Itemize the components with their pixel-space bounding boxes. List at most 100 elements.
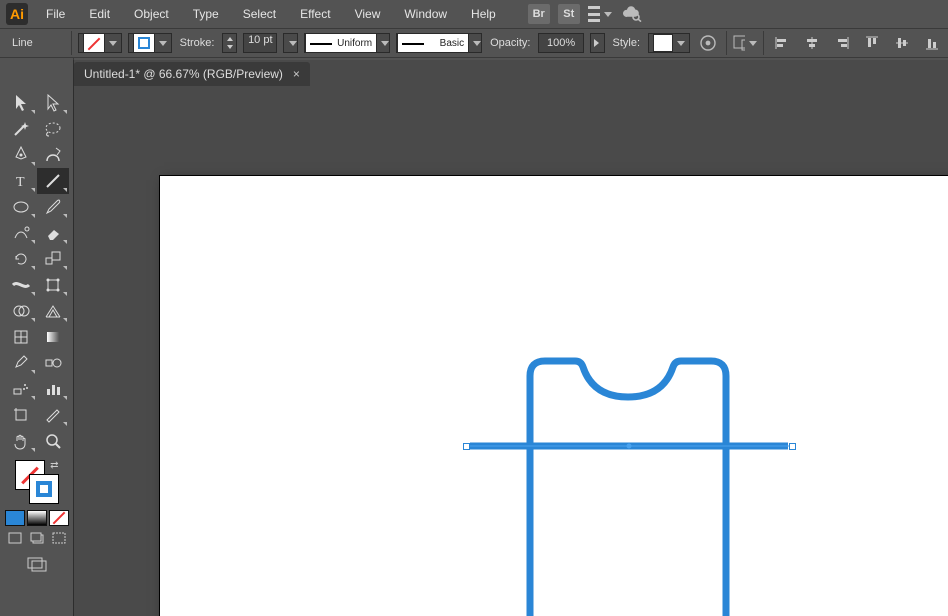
symbol-sprayer-icon: [12, 381, 30, 397]
opacity-popup-button[interactable]: [590, 33, 605, 53]
line-segment-tool[interactable]: [37, 168, 69, 194]
align-right-icon: [834, 35, 850, 51]
opacity-input[interactable]: 100%: [538, 33, 583, 53]
align-vcenter-button[interactable]: [890, 32, 914, 54]
artwork-canvas[interactable]: [160, 176, 948, 616]
stroke-weight-input[interactable]: 10 pt: [243, 33, 277, 53]
color-mode-none[interactable]: [49, 510, 69, 526]
menu-help[interactable]: Help: [461, 3, 506, 25]
zoom-tool-icon: [44, 432, 62, 450]
align-left-button[interactable]: [770, 32, 794, 54]
menu-view[interactable]: View: [345, 3, 391, 25]
eyedropper-icon: [13, 355, 29, 371]
shape-builder-tool[interactable]: [5, 298, 37, 324]
stroke-color-icon: [133, 33, 155, 53]
document-tab[interactable]: Untitled-1* @ 66.67% (RGB/Preview) ×: [74, 62, 310, 86]
column-graph-tool[interactable]: [37, 376, 69, 402]
screen-mode-button[interactable]: [26, 556, 48, 575]
symbol-sprayer-tool[interactable]: [5, 376, 37, 402]
hand-tool[interactable]: [5, 428, 37, 454]
recolor-artwork-button[interactable]: [696, 32, 720, 54]
free-transform-tool[interactable]: [37, 272, 69, 298]
width-profile-preview: Uniform: [305, 33, 377, 53]
artboard-tool[interactable]: [5, 402, 37, 428]
color-mode-gradient[interactable]: [27, 510, 47, 526]
type-tool[interactable]: T: [5, 168, 37, 194]
selection-tool-icon: [13, 94, 29, 112]
ellipse-tool[interactable]: [5, 194, 37, 220]
swap-fill-stroke-icon[interactable]: ⇄: [50, 460, 58, 471]
align-to-button[interactable]: [733, 32, 757, 54]
align-top-icon: [864, 35, 880, 51]
shape-builder-icon: [12, 303, 30, 319]
selection-handle-right[interactable]: [789, 443, 796, 450]
paintbrush-tool[interactable]: [37, 194, 69, 220]
stock-launch-button[interactable]: St: [558, 4, 580, 24]
stroke-weight-label: Stroke:: [178, 37, 217, 49]
curvature-tool[interactable]: [37, 142, 69, 168]
artboard[interactable]: [160, 176, 948, 616]
align-right-button[interactable]: [830, 32, 854, 54]
menu-effect[interactable]: Effect: [290, 3, 340, 25]
artwork-shape-phone[interactable]: [530, 361, 726, 616]
mesh-tool[interactable]: [5, 324, 37, 350]
paintbrush-icon: [44, 198, 62, 216]
chevron-down-icon: [159, 41, 167, 46]
graphic-style-dropdown[interactable]: [648, 33, 690, 53]
chevron-down-icon: [109, 41, 117, 46]
shaper-tool[interactable]: [5, 220, 37, 246]
stroke-weight-stepper[interactable]: [222, 33, 237, 53]
align-hcenter-button[interactable]: [800, 32, 824, 54]
menu-select[interactable]: Select: [233, 3, 286, 25]
line-tool-icon: [44, 172, 62, 190]
selection-handle-left[interactable]: [463, 443, 470, 450]
brush-definition[interactable]: Basic: [396, 33, 482, 53]
search-adobe-stock-button[interactable]: [620, 3, 644, 25]
lasso-tool[interactable]: [37, 116, 69, 142]
align-bottom-button[interactable]: [920, 32, 944, 54]
align-panel-icon: [733, 35, 745, 51]
arrange-documents-icon: [588, 6, 600, 22]
fill-swatch[interactable]: [78, 33, 122, 53]
svg-text:T: T: [16, 175, 25, 189]
lasso-icon: [43, 121, 63, 137]
arrange-documents-button[interactable]: [588, 3, 612, 25]
zoom-tool[interactable]: [37, 428, 69, 454]
width-tool[interactable]: [5, 272, 37, 298]
menu-edit[interactable]: Edit: [79, 3, 120, 25]
stroke-swatch[interactable]: [128, 33, 172, 53]
color-mode-solid[interactable]: [5, 510, 25, 526]
fill-stroke-proxy[interactable]: ⇄: [15, 460, 59, 504]
draw-behind-button[interactable]: [27, 530, 47, 546]
menu-object[interactable]: Object: [124, 3, 179, 25]
menu-window[interactable]: Window: [394, 3, 457, 25]
align-top-button[interactable]: [860, 32, 884, 54]
variable-width-profile[interactable]: Uniform: [304, 33, 390, 53]
direct-selection-tool[interactable]: [37, 90, 69, 116]
eyedropper-tool[interactable]: [5, 350, 37, 376]
menu-type[interactable]: Type: [183, 3, 229, 25]
scale-tool[interactable]: [37, 246, 69, 272]
slice-tool[interactable]: [37, 402, 69, 428]
graphic-style-label: Style:: [611, 37, 643, 49]
rotate-tool[interactable]: [5, 246, 37, 272]
eraser-tool[interactable]: [37, 220, 69, 246]
bridge-launch-button[interactable]: Br: [528, 4, 550, 24]
menu-file[interactable]: File: [36, 3, 75, 25]
separator: [763, 31, 764, 55]
close-tab-button[interactable]: ×: [293, 67, 300, 81]
draw-inside-button[interactable]: [49, 530, 69, 546]
menu-right-cluster: Br St: [528, 3, 644, 25]
selection-tool[interactable]: [5, 90, 37, 116]
document-workspace[interactable]: [74, 86, 948, 616]
draw-normal-button[interactable]: [5, 530, 25, 546]
perspective-grid-tool[interactable]: [37, 298, 69, 324]
magic-wand-tool[interactable]: [5, 116, 37, 142]
pen-tool[interactable]: [5, 142, 37, 168]
stroke-proxy[interactable]: [29, 474, 59, 504]
blend-tool[interactable]: [37, 350, 69, 376]
gradient-tool[interactable]: [37, 324, 69, 350]
separator: [71, 31, 72, 55]
stroke-weight-dropdown[interactable]: [283, 33, 298, 53]
selection-center-point[interactable]: [627, 444, 632, 449]
